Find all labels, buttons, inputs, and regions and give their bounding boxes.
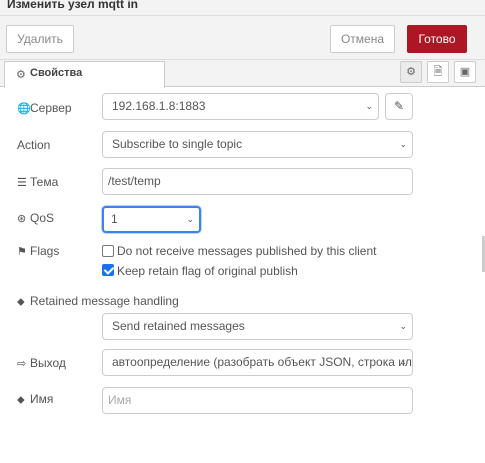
- tag-icon: ⬥: [17, 296, 25, 308]
- topic-label: ☰ Тема: [17, 175, 58, 189]
- appearance-tab-button[interactable]: ▣: [454, 61, 476, 83]
- dialog-title: Изменить узел mqtt in: [7, 0, 138, 11]
- server-select[interactable]: 192.168.1.8:1883 ⌄: [102, 93, 379, 120]
- retained-select[interactable]: Send retained messages ⌄: [102, 313, 413, 340]
- qos-label: ⊛ QoS: [17, 211, 54, 225]
- retain-as-published-label: Keep retain flag of original publish: [117, 264, 298, 278]
- retained-label-text: Retained message handling: [30, 294, 179, 308]
- gear-icon: ⚙: [16, 69, 26, 81]
- output-value: автоопределение (разобрать объект JSON, …: [112, 355, 413, 369]
- chevron-down-icon: ⌄: [365, 101, 373, 111]
- qos-label-text: QoS: [30, 211, 55, 225]
- action-label: Action: [17, 138, 50, 152]
- tab-bar: ⚙ Свойства ⚙ 🗎 ▣: [0, 60, 485, 88]
- flags-label-text: Flags: [30, 244, 60, 258]
- retained-value: Send retained messages: [112, 319, 245, 333]
- output-select[interactable]: автоопределение (разобрать объект JSON, …: [102, 349, 413, 376]
- tasks-icon: ☰: [17, 177, 27, 189]
- chevron-down-icon: ⌄: [186, 214, 194, 224]
- topic-value: /test/temp: [108, 174, 161, 188]
- no-local-label: Do not receive messages published by thi…: [117, 244, 377, 258]
- edit-server-button[interactable]: ✎: [385, 93, 413, 120]
- gear-icon: ⚙: [406, 66, 416, 78]
- qos-value: 1: [111, 212, 118, 226]
- tab-properties[interactable]: ⚙ Свойства: [4, 61, 165, 88]
- chevron-down-icon: ⌄: [399, 357, 407, 367]
- chevron-down-icon: ⌄: [399, 321, 407, 331]
- topic-input[interactable]: /test/temp: [102, 168, 413, 195]
- name-placeholder: Имя: [108, 393, 132, 407]
- retain-as-published-checkbox[interactable]: [102, 264, 114, 276]
- output-label: ⇨ Выход: [17, 356, 66, 370]
- description-tab-button[interactable]: 🗎: [427, 61, 449, 83]
- action-select[interactable]: Subscribe to single topic ⌄: [102, 131, 413, 158]
- qos-icon: ⊛: [17, 213, 27, 225]
- delete-button[interactable]: Удалить: [6, 25, 74, 53]
- pencil-icon: ✎: [393, 99, 405, 113]
- server-label: 🌐Сервер: [17, 101, 72, 115]
- output-label-text: Выход: [30, 356, 66, 370]
- cancel-button[interactable]: Отмена: [330, 25, 395, 53]
- dialog-title-bar: Изменить узел mqtt in: [0, 0, 485, 16]
- name-label-text: Имя: [30, 392, 54, 406]
- action-value: Subscribe to single topic: [112, 137, 243, 151]
- flag-icon: ⚑: [17, 246, 27, 258]
- globe-icon: 🌐: [17, 103, 31, 115]
- retained-label: ⬥ Retained message handling: [17, 294, 179, 309]
- dialog-toolbar: Удалить Отмена Готово: [0, 16, 485, 60]
- tag-icon: ⬥: [17, 394, 25, 406]
- tab-properties-label: Свойства: [30, 67, 83, 79]
- chevron-down-icon: ⌄: [399, 139, 407, 149]
- flags-label: ⚑ Flags: [17, 244, 59, 258]
- server-label-text: Сервер: [30, 101, 72, 115]
- done-button[interactable]: Готово: [407, 25, 467, 53]
- topic-label-text: Тема: [30, 175, 59, 189]
- document-icon: 🗎: [433, 66, 443, 78]
- no-local-checkbox[interactable]: [102, 245, 114, 257]
- frame-icon: ▣: [459, 66, 471, 78]
- name-label: ⬥ Имя: [17, 392, 53, 407]
- settings-tab-button[interactable]: ⚙: [400, 61, 422, 83]
- qos-select[interactable]: 1 ⌄: [102, 206, 201, 233]
- sign-out-icon: ⇨: [17, 358, 27, 370]
- action-label-text: Action: [17, 138, 51, 152]
- name-input[interactable]: Имя: [102, 387, 413, 414]
- server-value: 192.168.1.8:1883: [112, 99, 206, 113]
